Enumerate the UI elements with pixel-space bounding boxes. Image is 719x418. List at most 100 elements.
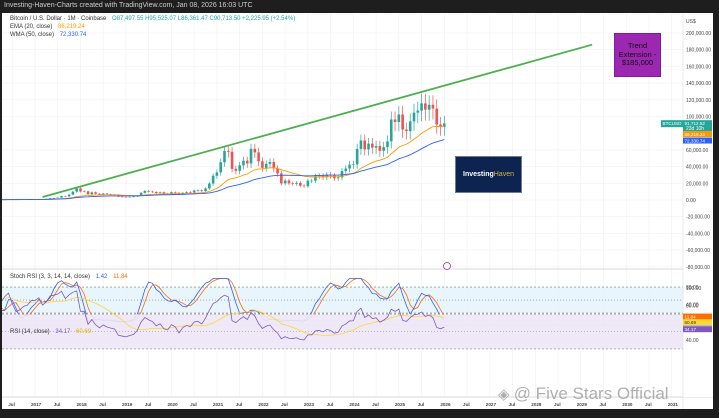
candle: [215, 169, 219, 179]
candle: [253, 143, 257, 159]
rsi-ma-tag: 60.69: [683, 319, 712, 326]
candle-body: [223, 150, 226, 163]
candle-body: [253, 148, 257, 153]
time-axis-label: Jul: [99, 402, 106, 407]
chart-canvas[interactable]: US$ 200,000.00 180,000.00 160,000.00 140,000…: [2, 13, 713, 409]
stoch-d-tag-text: 11.84: [685, 315, 697, 320]
candle: [374, 140, 378, 154]
candle: [242, 156, 245, 170]
candle: [257, 147, 260, 166]
candle-body: [416, 110, 420, 113]
candle-body: [401, 114, 404, 130]
time-axis-label: 2023: [304, 402, 315, 407]
price-axis-label: -40,000.00: [686, 231, 710, 237]
time-axis-label: 2022: [258, 402, 269, 407]
candle-body: [374, 146, 378, 148]
candle: [355, 143, 359, 169]
rsi-tag: 34.17: [683, 326, 712, 333]
watermark: ◈ @ Five Stars Official: [498, 384, 669, 404]
time-axis-label: Jul: [463, 402, 470, 407]
rsi-legend[interactable]: RSI (14, close) 34.17 60.69: [10, 329, 95, 335]
chart-panel[interactable]: US$ 200,000.00 180,000.00 160,000.00 140,000…: [2, 13, 713, 409]
candle-body: [363, 140, 367, 150]
time-axis-label: 2025: [395, 402, 406, 407]
candle-body: [382, 147, 385, 151]
candle: [196, 189, 200, 192]
candle-body: [310, 180, 313, 182]
candle: [223, 145, 226, 167]
candle-body: [393, 119, 397, 123]
candle: [420, 93, 423, 122]
candle: [71, 190, 75, 196]
price-axis-label: 140,000.00: [686, 81, 711, 87]
candle-body: [424, 103, 427, 110]
price-axis-label: 40,000.00: [686, 165, 708, 171]
candle-body: [215, 172, 219, 176]
candle: [386, 135, 389, 154]
candle-body: [367, 143, 370, 150]
candle-body: [299, 182, 302, 186]
price-axis-label: 60,000.00: [686, 148, 708, 154]
candle: [405, 122, 408, 140]
candle-body: [427, 104, 431, 110]
candle-body: [56, 197, 60, 199]
candle-body: [158, 192, 162, 194]
candle-body: [249, 148, 253, 164]
candle-body: [287, 180, 291, 184]
candle: [408, 113, 412, 140]
candle-body: [276, 168, 279, 174]
candle: [378, 140, 382, 157]
currency-label: US$: [686, 19, 696, 25]
rsi-axis-label: 100.00: [686, 286, 702, 292]
candle-body: [242, 160, 245, 166]
watermark-text: @ Five Stars Official: [513, 384, 669, 403]
candle-body: [52, 197, 56, 199]
window-title: Investing-Haven-Charts created with Trad…: [4, 2, 253, 9]
candle: [416, 101, 420, 124]
candle-body: [196, 190, 200, 191]
candle: [310, 178, 313, 184]
ema-legend[interactable]: EMA (20, close) 86,219.24: [10, 24, 89, 30]
rsi-ma-value: 60.69: [76, 329, 92, 335]
candle: [367, 138, 370, 156]
stoch-d-value: 11.84: [113, 274, 128, 280]
candle-body: [132, 196, 135, 198]
candle: [219, 158, 223, 176]
candle: [287, 178, 291, 186]
stoch-legend[interactable]: Stoch RSI (3, 3, 14, 14, close) 1.42 11.…: [10, 274, 132, 280]
candle: [295, 181, 298, 186]
candle-body: [105, 193, 109, 195]
candle-body: [98, 193, 101, 195]
ema-price-tag: 86,219.24: [683, 131, 712, 138]
candle-body: [431, 104, 435, 109]
candle: [272, 158, 276, 173]
symbol-name: Bitcoin / U.S. Dollar · 1M · Coinbase: [10, 16, 107, 22]
time-axis-label: 2020: [167, 402, 178, 407]
candle-body: [151, 191, 154, 193]
candle-body: [154, 191, 158, 194]
wma-price-tag-text: 72,330.74: [685, 139, 706, 144]
wma-legend[interactable]: WMA (50, close) 72,330.74: [10, 32, 90, 38]
trend-extension-note[interactable]: Trend Extension - $185,000: [614, 33, 661, 77]
time-axis-label: 2027: [486, 402, 497, 407]
candle: [226, 145, 230, 158]
stoch-d-tag: 11.84: [683, 313, 712, 320]
candle: [317, 173, 321, 180]
wma-label: WMA (50, close): [10, 32, 55, 38]
candle: [435, 99, 439, 134]
candle: [336, 175, 340, 181]
candle-body: [90, 192, 94, 195]
candle: [86, 190, 90, 195]
candle: [82, 190, 86, 193]
rsi-axis-label: 80.00: [686, 303, 699, 309]
binance-diamond-icon: ◈: [498, 386, 514, 403]
candle: [306, 178, 310, 188]
candle: [64, 195, 67, 197]
event-marker-icon: [443, 262, 451, 270]
candle: [302, 184, 306, 188]
candle-body: [268, 162, 272, 164]
candle-body: [261, 161, 264, 168]
candle: [204, 187, 207, 193]
candle: [348, 161, 351, 173]
time-axis-label: Jul: [54, 402, 61, 407]
